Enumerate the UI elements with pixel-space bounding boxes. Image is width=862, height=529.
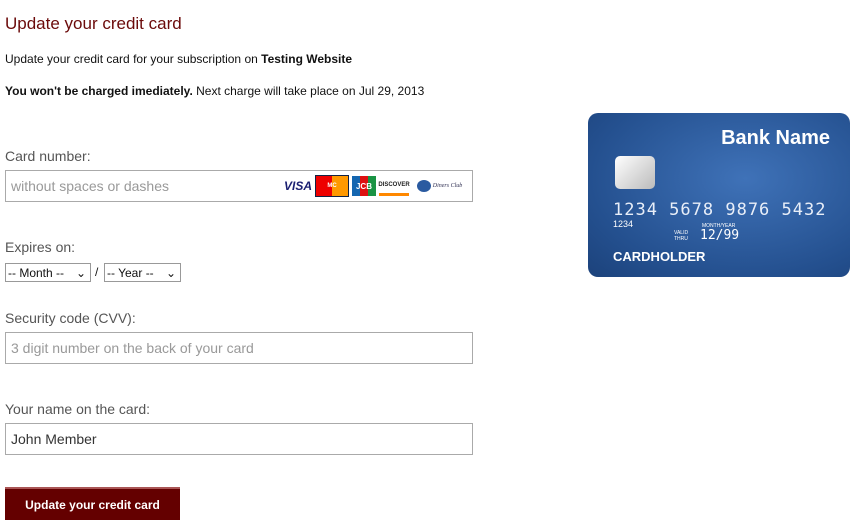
discover-logo: DISCOVER bbox=[378, 177, 410, 196]
card-logos: VISA MC JCB DISCOVER Diners Club bbox=[284, 175, 467, 197]
month-select[interactable]: -- Month -- ⌄ bbox=[5, 263, 91, 282]
chip-icon bbox=[615, 156, 655, 189]
chevron-down-icon: ⌄ bbox=[75, 265, 86, 280]
diners-club-logo: Diners Club bbox=[412, 176, 467, 196]
notice-text: Next charge will take place on Jul 29, 2… bbox=[192, 84, 425, 98]
intro-prefix: Update your credit card for your subscri… bbox=[5, 52, 262, 66]
expiry-display: 12/99 bbox=[700, 228, 740, 243]
card-small-number: 1234 bbox=[613, 219, 634, 229]
page-title: Update your credit card bbox=[5, 14, 182, 33]
card-number-label: Card number: bbox=[5, 148, 91, 164]
site-name-part: Testing bbox=[261, 52, 303, 66]
credit-card-illustration: Bank Name 1234 5678 9876 5432 1234 VALID… bbox=[588, 113, 850, 277]
mastercard-logo: MC bbox=[315, 175, 349, 197]
visa-logo: VISA bbox=[284, 179, 313, 193]
cvv-input[interactable] bbox=[5, 332, 473, 364]
name-input[interactable] bbox=[5, 423, 473, 455]
month-value: -- Month -- bbox=[8, 265, 65, 280]
date-separator: / bbox=[95, 265, 99, 279]
chevron-down-icon: ⌄ bbox=[165, 265, 176, 280]
charge-notice: You won't be charged imediately. Next ch… bbox=[5, 84, 424, 98]
expires-label: Expires on: bbox=[5, 239, 76, 255]
card-number-display: 1234 5678 9876 5432 bbox=[613, 200, 827, 220]
site-name-part: Website bbox=[306, 52, 353, 66]
jcb-logo: JCB bbox=[352, 176, 376, 196]
update-card-button[interactable]: Update your credit card bbox=[5, 487, 180, 520]
year-value: -- Year -- bbox=[107, 265, 154, 280]
cvv-label: Security code (CVV): bbox=[5, 310, 136, 326]
valid-thru-label: VALID THRU bbox=[674, 230, 689, 242]
name-label: Your name on the card: bbox=[5, 401, 151, 417]
notice-bold: You won't be charged imediately. bbox=[5, 84, 193, 98]
intro-text: Update your credit card for your subscri… bbox=[5, 52, 352, 66]
year-select[interactable]: -- Year -- ⌄ bbox=[104, 263, 181, 282]
bank-name: Bank Name bbox=[721, 127, 830, 149]
cardholder-display: CARDHOLDER bbox=[613, 249, 706, 264]
